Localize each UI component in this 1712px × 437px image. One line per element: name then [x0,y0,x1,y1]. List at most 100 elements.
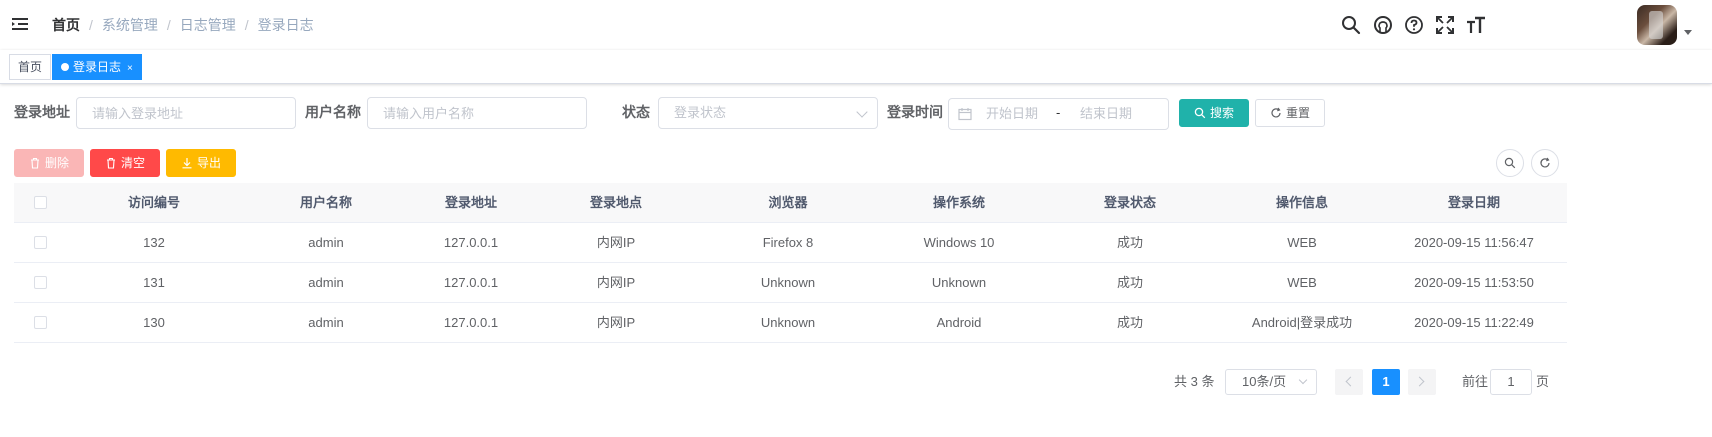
login-time-cell: 2020-09-15 11:53:50 [1414,275,1534,290]
chevron-right-icon [1414,376,1425,387]
table-header: 访问编号 用户名称 登录地址 登录地点 浏览器 操作系统 登录状态 操作信息 登… [14,183,1567,223]
fullscreen-icon[interactable] [1434,14,1456,36]
info-id-cell: 132 [143,235,165,250]
navbar: 首页 / 系统管理 / 日志管理 / 登录日志 [0,0,1712,50]
os-cell: Android [936,315,982,330]
ipaddr-input[interactable] [76,97,296,129]
goto-page-input[interactable]: 1 [1490,369,1532,395]
row-checkbox[interactable] [34,316,47,329]
download-icon [182,158,192,169]
page-size-value: 10条/页 [1242,374,1287,389]
ipaddr-label: 登录地址 [14,104,70,120]
toggle-search-button[interactable] [1496,149,1524,177]
column-header: 浏览器 [768,195,808,210]
table-row[interactable]: 131 admin 127.0.0.1 内网IP Unknown Unknown… [14,263,1567,303]
select-all-checkbox[interactable] [34,196,47,209]
calendar-icon [958,107,972,121]
refresh-icon [1271,107,1281,118]
breadcrumb: 首页 / 系统管理 / 日志管理 / 登录日志 [52,16,314,34]
msg-cell: WEB [1287,235,1317,250]
clean-button[interactable]: 清空 [90,149,161,177]
reset-button[interactable]: 重置 [1255,99,1326,127]
status-select-placeholder: 登录状态 [674,105,727,120]
breadcrumb-separator: / [89,17,93,33]
table-row[interactable]: 132 admin 127.0.0.1 内网IP Firefox 8 Windo… [14,223,1567,263]
goto-prefix: 前往 [1462,374,1489,389]
breadcrumb-separator: / [244,17,249,33]
close-icon[interactable]: × [127,63,133,74]
breadcrumb-item-logininfor: 登录日志 [257,17,314,33]
status-select[interactable]: 登录状态 [658,97,878,129]
location-cell: 内网IP [596,235,636,250]
avatar[interactable] [1637,5,1677,45]
delete-button-label: 删除 [45,156,70,170]
goto-suffix: 页 [1536,374,1550,389]
question-icon[interactable] [1403,14,1425,36]
start-date-input[interactable]: 开始日期 [986,105,1038,123]
search-icon [1194,107,1206,119]
breadcrumb-item-log[interactable]: 日志管理 [180,16,236,34]
tags-view: 首页 登录日志 × [0,50,1712,84]
column-header: 登录地点 [589,195,642,210]
info-id-cell: 130 [143,315,165,330]
ipaddr-cell: 127.0.0.1 [443,235,499,250]
tag-label: 登录日志 [73,60,122,74]
login-time-label: 登录时间 [887,104,943,120]
table-row[interactable]: 130 admin 127.0.0.1 内网IP Unknown Android… [14,303,1567,343]
font-size-icon[interactable] [1465,14,1487,36]
github-icon[interactable] [1372,14,1394,36]
reset-button-label: 重置 [1286,106,1311,120]
clean-button-label: 清空 [121,156,146,170]
browser-cell: Unknown [760,275,816,290]
column-header: 用户名称 [299,195,352,210]
caret-down-icon[interactable] [1684,30,1692,35]
login-time-cell: 2020-09-15 11:56:47 [1414,235,1534,250]
ipaddr-cell: 127.0.0.1 [443,315,499,330]
page-size-select[interactable]: 10条/页 [1225,369,1317,395]
refresh-icon [1540,157,1550,168]
breadcrumb-item-home[interactable]: 首页 [52,16,80,34]
trash-icon [31,157,39,169]
next-page-button[interactable] [1408,369,1436,395]
row-checkbox[interactable] [34,236,47,249]
active-dot-icon [61,63,69,71]
os-cell: Windows 10 [923,235,995,250]
page-number-current[interactable]: 1 [1372,369,1400,395]
export-button-label: 导出 [197,156,222,170]
hamburger-icon[interactable] [10,14,30,34]
username-input[interactable] [367,97,587,129]
column-header: 登录日期 [1447,195,1500,210]
status-label: 状态 [622,104,650,120]
search-button-label: 搜索 [1210,106,1235,120]
pagination-total: 共 3 条 [1174,374,1215,389]
status-cell: 成功 [1116,235,1143,250]
refresh-table-button[interactable] [1531,149,1559,177]
row-checkbox[interactable] [34,276,47,289]
username-cell: admin [308,275,344,290]
delete-button[interactable]: 删除 [14,149,85,177]
column-header: 操作系统 [932,195,985,210]
chevron-left-icon [1345,376,1356,387]
tag-logininfor[interactable]: 登录日志 × [52,54,142,80]
info-id-cell: 131 [143,275,165,290]
breadcrumb-separator: / [166,17,171,33]
login-time-cell: 2020-09-15 11:22:49 [1414,315,1534,330]
search-icon [1504,157,1516,169]
tag-label: 首页 [18,60,43,74]
export-button[interactable]: 导出 [166,149,237,177]
prev-page-button[interactable] [1335,369,1363,395]
tag-home[interactable]: 首页 [9,54,52,80]
status-cell: 成功 [1116,315,1143,330]
browser-cell: Unknown [760,315,816,330]
username-label: 用户名称 [305,104,361,120]
username-cell: admin [308,235,344,250]
date-range-picker[interactable]: 开始日期 - 结束日期 [948,98,1169,130]
msg-cell: WEB [1287,275,1317,290]
end-date-input[interactable]: 结束日期 [1080,105,1132,123]
status-cell: 成功 [1116,275,1143,290]
search-icon[interactable] [1340,14,1362,36]
location-cell: 内网IP [596,315,636,330]
breadcrumb-item-system[interactable]: 系统管理 [102,16,158,34]
chevron-down-icon [1298,375,1308,385]
search-button[interactable]: 搜索 [1179,99,1250,127]
